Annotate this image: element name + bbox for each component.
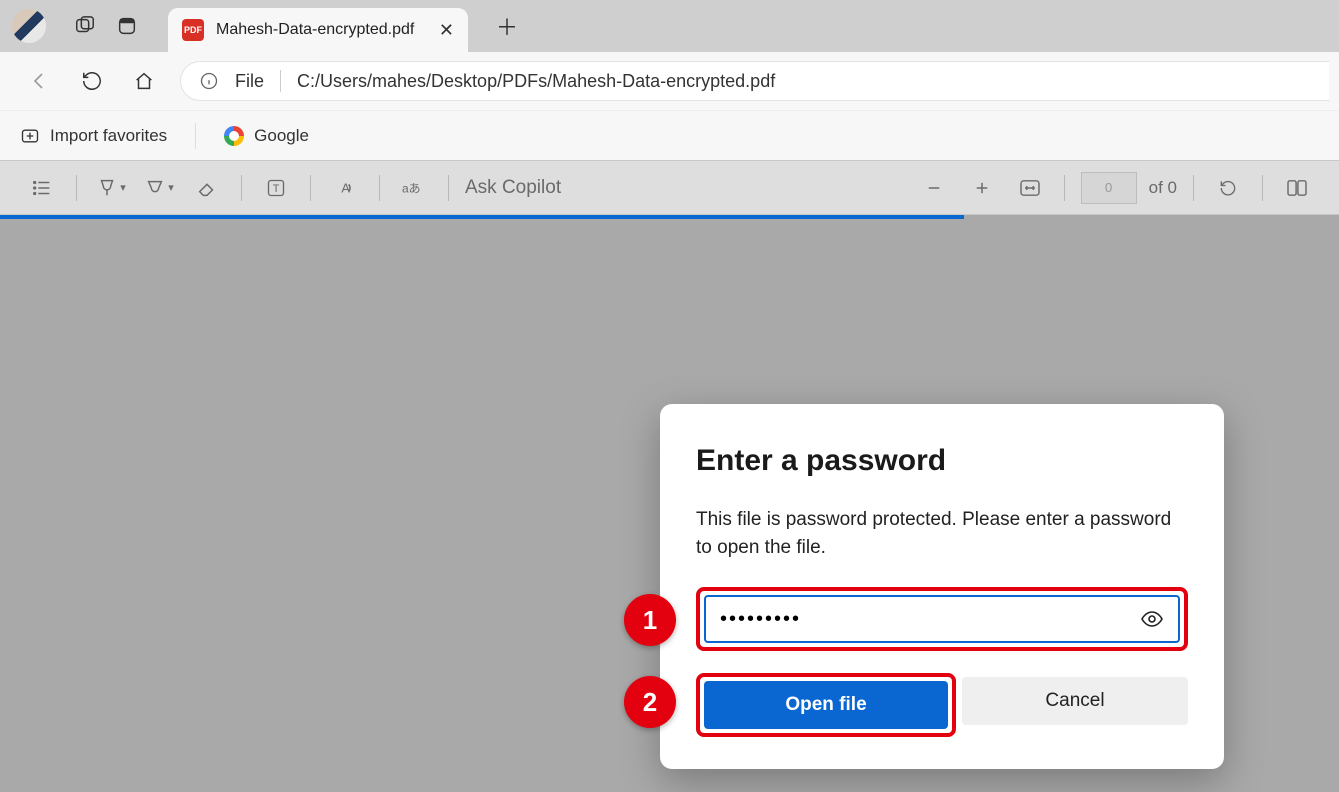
google-icon [224,126,244,146]
add-text-icon[interactable]: T [258,170,294,206]
cancel-button[interactable]: Cancel [962,677,1188,725]
dialog-title: Enter a password [696,444,1188,478]
highlight-icon[interactable]: ▾ [141,170,177,206]
new-tab-button[interactable]: ＋ [496,10,518,42]
rotate-icon[interactable] [1210,170,1246,206]
dialog-body-text: This file is password protected. Please … [696,506,1188,561]
open-file-button[interactable]: Open file [704,681,948,729]
open-button-highlight: Open file [696,673,956,737]
navigation-bar: File C:/Users/mahes/Desktop/PDFs/Mahesh-… [0,52,1339,110]
tab-title: Mahesh-Data-encrypted.pdf [216,21,414,39]
tab-strip: PDF Mahesh-Data-encrypted.pdf ✕ ＋ [0,0,1339,52]
svg-text:T: T [273,183,280,195]
annotation-badge-2: 2 [624,676,676,728]
fit-width-icon[interactable] [1012,170,1048,206]
bookmark-google[interactable]: Google [224,126,309,146]
svg-text:aあ: aあ [402,181,421,195]
refresh-button[interactable] [76,65,108,97]
erase-icon[interactable] [189,170,225,206]
ask-copilot-button[interactable]: Ask Copilot [465,177,561,199]
zoom-out-button[interactable] [916,170,952,206]
zoom-in-button[interactable] [964,170,1000,206]
page-total-label: of 0 [1149,178,1177,198]
workspaces-icon[interactable] [68,9,102,43]
loading-progress-bar [0,215,964,219]
import-favorites-label: Import favorites [50,126,167,146]
address-scheme: File [235,71,264,92]
read-aloud-icon[interactable]: A [327,170,363,206]
pdf-toolbar: ▾ ▾ T A aあ Ask Copilot of 0 [0,160,1339,215]
browser-tab[interactable]: PDF Mahesh-Data-encrypted.pdf ✕ [168,8,468,52]
home-button[interactable] [128,65,160,97]
site-info-icon[interactable] [199,71,219,91]
page-number-input[interactable] [1081,172,1137,204]
address-path: C:/Users/mahes/Desktop/PDFs/Mahesh-Data-… [297,71,775,92]
profile-avatar[interactable] [12,9,46,43]
annotation-badge-1: 1 [624,594,676,646]
bookmarks-separator [195,123,196,149]
address-separator [280,70,281,92]
pdf-icon: PDF [182,19,204,41]
password-field-highlight [696,587,1188,651]
svg-text:A: A [341,180,350,195]
page-view-icon[interactable] [1279,170,1315,206]
password-input[interactable] [720,608,1140,631]
password-dialog: Enter a password This file is password p… [660,404,1224,769]
close-tab-icon[interactable]: ✕ [439,20,454,41]
tab-actions-icon[interactable] [110,9,144,43]
bookmark-google-label: Google [254,126,309,146]
address-bar[interactable]: File C:/Users/mahes/Desktop/PDFs/Mahesh-… [180,61,1329,101]
import-favorites-button[interactable]: Import favorites [20,126,167,146]
back-button[interactable] [24,65,56,97]
bookmarks-bar: Import favorites Google [0,110,1339,160]
draw-icon[interactable]: ▾ [93,170,129,206]
reveal-password-icon[interactable] [1140,607,1164,631]
translate-icon[interactable]: aあ [396,170,432,206]
contents-icon[interactable] [24,170,60,206]
